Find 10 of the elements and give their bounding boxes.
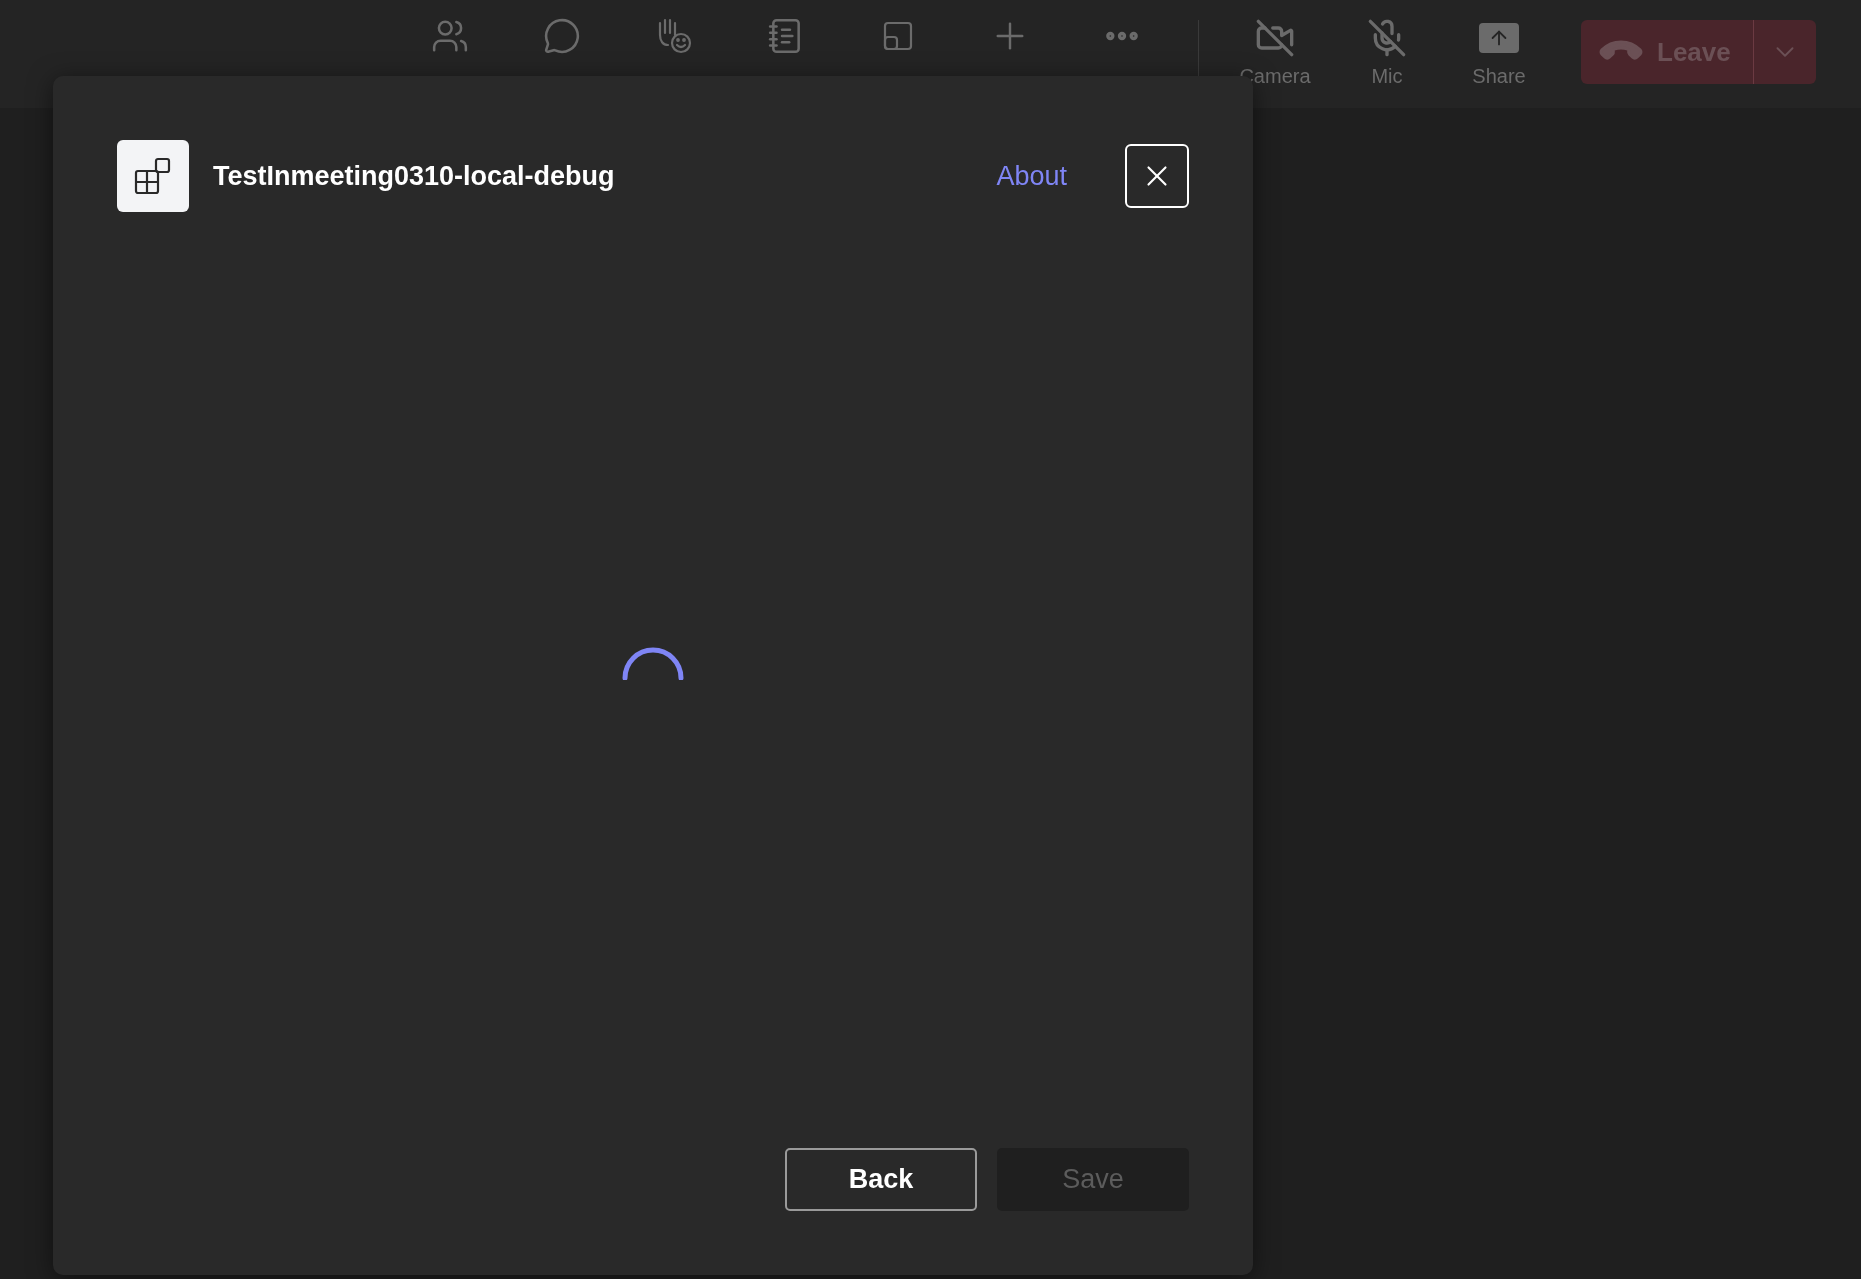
about-link[interactable]: About	[996, 155, 1067, 197]
raised-hand-smile-icon	[656, 17, 692, 55]
close-button[interactable]	[1125, 144, 1189, 208]
dialog-title: TestInmeeting0310-local-debug	[213, 159, 615, 193]
toolbar-button[interactable]: Share	[1443, 14, 1555, 86]
chat-icon[interactable]	[543, 17, 581, 55]
app-icon	[117, 140, 189, 212]
back-button[interactable]: Back	[785, 1148, 977, 1211]
rooms-icon	[881, 19, 915, 53]
toolbar-button[interactable]: Mic	[1331, 14, 1443, 86]
